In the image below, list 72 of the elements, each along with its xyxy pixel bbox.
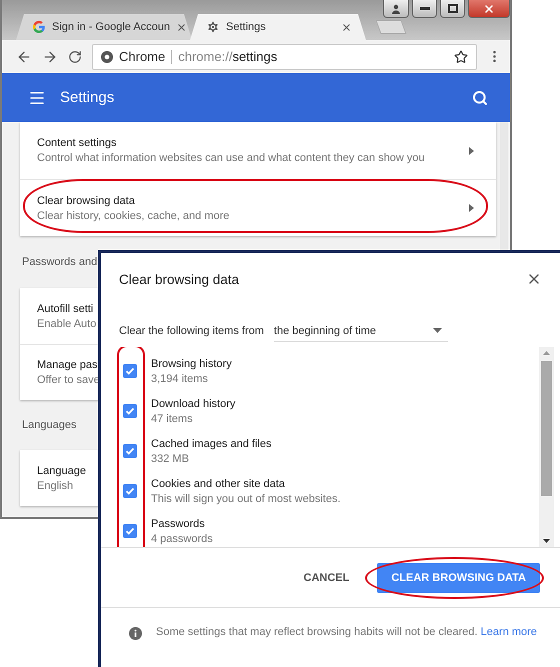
item-detail: 4 passwords xyxy=(151,532,213,544)
close-icon[interactable] xyxy=(176,22,188,32)
scroll-up-icon xyxy=(543,351,550,355)
minimize-button[interactable] xyxy=(412,0,437,18)
row-description: Enable Auto xyxy=(37,318,96,330)
user-icon xyxy=(391,4,401,14)
settings-row[interactable]: Clear browsing data Clear history, cookies, cache, and more xyxy=(20,179,496,236)
scroll-down-icon xyxy=(543,539,550,543)
item-detail: 332 MB xyxy=(151,452,189,464)
check-icon xyxy=(125,366,135,376)
maximize-icon xyxy=(448,4,458,13)
learn-more-link[interactable]: Learn more xyxy=(480,626,537,638)
item-detail: This will sign you out of most websites. xyxy=(151,492,341,504)
reload-icon[interactable] xyxy=(68,50,82,64)
browser-tab[interactable]: Settings xyxy=(190,14,366,40)
close-window-button[interactable] xyxy=(468,0,510,18)
checkbox[interactable] xyxy=(123,404,137,418)
checkbox[interactable] xyxy=(123,364,137,378)
checkbox[interactable] xyxy=(123,484,137,498)
check-icon xyxy=(125,486,135,496)
header-title: Settings xyxy=(60,89,116,106)
item-detail: 3,194 items xyxy=(151,372,208,384)
site-label: Chrome xyxy=(119,49,166,64)
forward-icon[interactable] xyxy=(42,48,58,64)
address-bar[interactable]: Chrome chrome://settings xyxy=(92,44,477,70)
search-icon[interactable] xyxy=(472,90,488,106)
browser-tab[interactable]: Sign in - Google Accoun xyxy=(16,14,192,40)
time-range-dropdown[interactable]: the beginning of time xyxy=(274,320,448,342)
checkbox[interactable] xyxy=(123,444,137,458)
settings-icon xyxy=(206,20,220,34)
row-title: Language xyxy=(37,464,86,476)
row-description: Clear history, cookies, cache, and more xyxy=(37,210,230,222)
section-heading: Languages xyxy=(22,419,76,431)
item-label: Browsing history xyxy=(151,358,232,370)
row-description: English xyxy=(37,480,74,492)
row-title: Manage pas xyxy=(37,359,98,371)
minimize-icon xyxy=(420,7,430,10)
user-button[interactable] xyxy=(383,0,409,18)
row-description: Control what information websites can use and what content they can show you xyxy=(37,152,425,164)
caret-icon xyxy=(469,146,474,154)
item-label: Download history xyxy=(151,398,236,410)
check-icon xyxy=(125,406,135,416)
checkbox[interactable] xyxy=(123,524,137,538)
row-title: Autofill setti xyxy=(37,302,94,314)
star-icon[interactable] xyxy=(454,50,468,64)
close-icon[interactable] xyxy=(341,22,352,32)
check-icon xyxy=(125,446,135,456)
chrome-logo-icon xyxy=(101,50,113,62)
item-label: Cookies and other site data xyxy=(151,478,285,490)
item-detail: 47 items xyxy=(151,412,193,424)
dialog-title: Clear browsing data xyxy=(119,272,240,286)
check-icon xyxy=(125,526,135,536)
info-text: Some settings that may reflect browsing habits will not be cleared. Learn more xyxy=(156,625,537,640)
row-title: Content settings xyxy=(37,137,116,149)
section-heading: Passwords and xyxy=(22,256,98,268)
row-title: Clear browsing data xyxy=(37,194,135,206)
scrollbar[interactable] xyxy=(539,347,554,547)
url-text: chrome://settings xyxy=(178,49,278,64)
caret-icon xyxy=(469,204,474,212)
maximize-button[interactable] xyxy=(440,0,465,18)
info-icon xyxy=(129,627,142,640)
item-label: Passwords xyxy=(151,518,205,530)
scrollbar-thumb[interactable] xyxy=(541,361,552,496)
cancel-button[interactable]: CANCEL xyxy=(290,562,364,592)
close-icon xyxy=(483,2,495,14)
back-icon[interactable] xyxy=(16,48,32,64)
g-logo-icon xyxy=(32,20,46,34)
item-label: Cached images and files xyxy=(151,438,272,450)
settings-row[interactable]: Content settings Control what information websites can use and what content they can show you xyxy=(20,122,496,179)
dropdown-arrow-icon xyxy=(432,328,442,333)
range-label: Clear the following items from xyxy=(119,325,264,337)
clear-data-button[interactable]: CLEAR BROWSING DATA xyxy=(377,562,540,592)
